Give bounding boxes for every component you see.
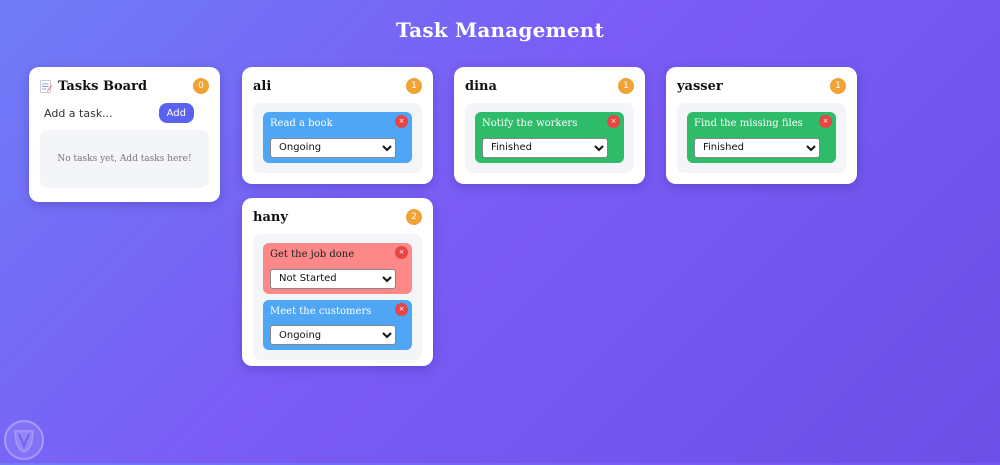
tasks-board-title-wrap: Tasks Board xyxy=(40,79,147,94)
column-count-badge: 2 xyxy=(406,209,422,225)
column-card-dina: dina 1 Notify the workers × Finished xyxy=(454,67,645,184)
delete-task-icon[interactable]: × xyxy=(395,115,408,128)
tasks-board-count-badge: 0 xyxy=(193,78,209,94)
column-count-badge: 1 xyxy=(618,78,634,94)
tasks-board-title: Tasks Board xyxy=(58,78,148,94)
column-header: hany 2 xyxy=(253,208,422,226)
task-card[interactable]: Notify the workers × Finished xyxy=(475,112,624,163)
delete-task-icon[interactable]: × xyxy=(395,302,408,316)
memo-icon xyxy=(40,79,52,93)
column-count-badge: 1 xyxy=(406,78,422,94)
column-card-ali: ali 1 Read a book × Ongoing xyxy=(242,67,433,184)
column-dropzone[interactable]: Get the job done × Not Started Meet the … xyxy=(253,234,422,360)
column-title: yasser xyxy=(677,78,723,94)
task-card[interactable]: Find the missing files × Finished xyxy=(687,112,836,163)
column-header: ali 1 xyxy=(253,77,422,95)
column-dropzone[interactable]: Notify the workers × Finished xyxy=(465,103,634,173)
column-card-hany: hany 2 Get the job done × Not Started Me… xyxy=(242,198,433,366)
empty-tasks-text: No tasks yet, Add tasks here! xyxy=(57,154,192,164)
task-title: Notify the workers xyxy=(482,118,578,129)
shield-logo-icon xyxy=(3,419,45,461)
task-title: Meet the customers xyxy=(270,305,372,317)
task-status-select[interactable]: Finished xyxy=(482,137,608,158)
add-task-button[interactable]: Add xyxy=(158,103,194,123)
tasks-board-card: Tasks Board 0 Add No tasks yet, Add task… xyxy=(29,67,220,202)
column-dropzone[interactable]: Read a book × Ongoing xyxy=(253,103,422,173)
task-status-select[interactable]: Not Started xyxy=(270,268,396,289)
empty-tasks-dropzone[interactable]: No tasks yet, Add tasks here! xyxy=(40,130,209,188)
task-title: Read a book xyxy=(270,118,333,129)
delete-task-icon[interactable]: × xyxy=(607,115,620,128)
delete-task-icon[interactable]: × xyxy=(819,115,832,128)
add-task-row: Add xyxy=(40,103,209,123)
task-card[interactable]: Get the job done × Not Started xyxy=(263,243,412,294)
delete-task-icon[interactable]: × xyxy=(395,246,408,259)
column-title: hany xyxy=(253,209,288,225)
column-title: ali xyxy=(253,78,272,94)
task-title: Get the job done xyxy=(270,249,355,260)
column-card-yasser: yasser 1 Find the missing files × Finish… xyxy=(666,67,857,184)
task-status-select[interactable]: Ongoing xyxy=(270,137,396,158)
task-status-select[interactable]: Ongoing xyxy=(270,325,396,345)
column-header: dina 1 xyxy=(465,77,634,95)
tasks-board-header: Tasks Board 0 xyxy=(40,77,209,95)
column-count-badge: 1 xyxy=(830,78,846,94)
column-dropzone[interactable]: Find the missing files × Finished xyxy=(677,103,846,173)
task-card[interactable]: Meet the customers × Ongoing xyxy=(263,299,412,350)
task-card[interactable]: Read a book × Ongoing xyxy=(263,112,412,163)
column-header: yasser 1 xyxy=(677,77,846,95)
page-title: Task Management xyxy=(396,18,604,42)
task-status-select[interactable]: Finished xyxy=(694,137,820,158)
column-title: dina xyxy=(465,78,497,94)
task-title: Find the missing files xyxy=(694,118,803,129)
add-task-input[interactable] xyxy=(40,104,158,122)
